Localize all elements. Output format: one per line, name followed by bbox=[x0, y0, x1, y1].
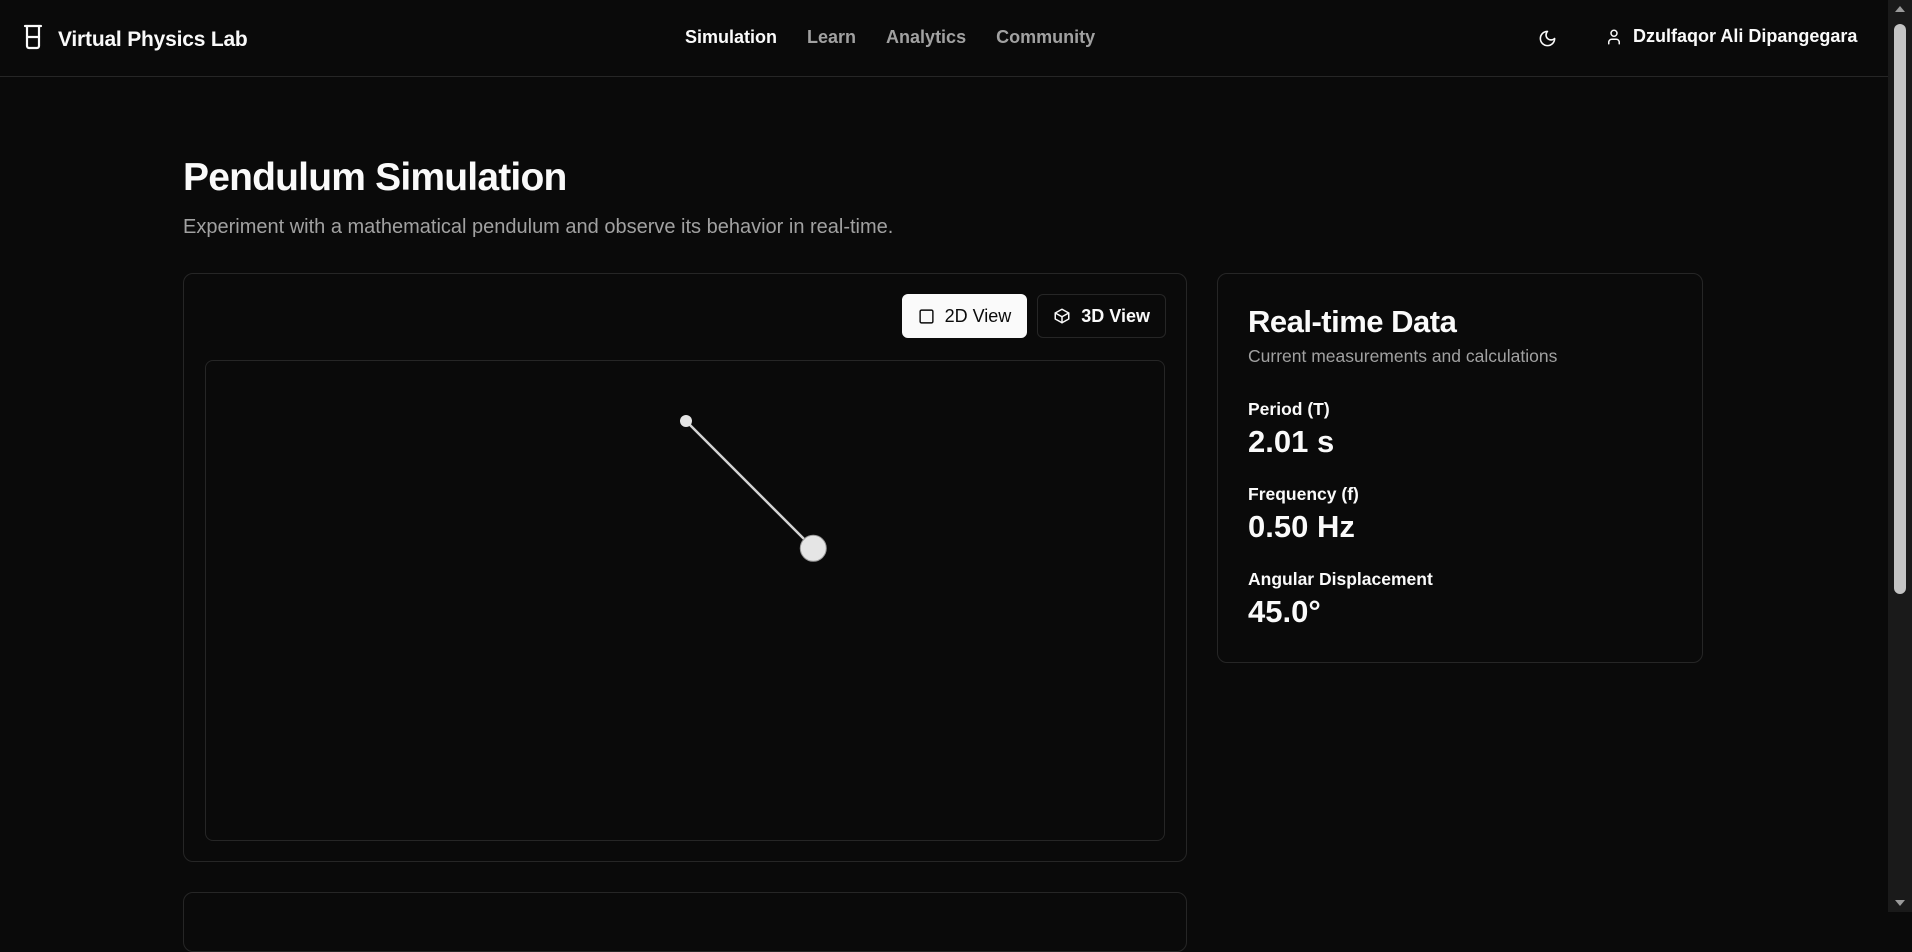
metric-label: Angular Displacement bbox=[1248, 569, 1433, 589]
pendulum-rod bbox=[685, 420, 815, 550]
scrollbar-thumb[interactable] bbox=[1894, 24, 1906, 594]
pendulum-pivot bbox=[680, 415, 692, 427]
simulation-canvas[interactable] bbox=[205, 360, 1165, 841]
metric-value: 0.50 Hz bbox=[1248, 509, 1355, 544]
view-3d-label: 3D View bbox=[1081, 305, 1150, 326]
view-3d-button[interactable]: 3D View bbox=[1037, 294, 1166, 338]
page-title: Pendulum Simulation bbox=[183, 156, 567, 199]
top-navbar: Virtual Physics Lab Simulation Learn Ana… bbox=[0, 0, 1888, 77]
realtime-data-card: Real-time Data Current measurements and … bbox=[1217, 273, 1703, 663]
page-subtitle: Experiment with a mathematical pendulum … bbox=[183, 216, 894, 238]
nav-item-community[interactable]: Community bbox=[996, 27, 1095, 48]
user-name: Dzulfaqor Ali Dipangegara bbox=[1633, 26, 1858, 46]
metric-label: Frequency (f) bbox=[1248, 484, 1359, 504]
realtime-subtitle: Current measurements and calculations bbox=[1248, 346, 1558, 366]
main-nav: Simulation Learn Analytics Community bbox=[685, 27, 1095, 48]
metric-value: 45.0° bbox=[1248, 594, 1321, 629]
app-title: Virtual Physics Lab bbox=[58, 27, 248, 51]
metric-value: 2.01 s bbox=[1248, 424, 1335, 459]
moon-icon bbox=[1539, 30, 1555, 46]
view-2d-button[interactable]: 2D View bbox=[901, 294, 1028, 338]
user-menu[interactable]: Dzulfaqor Ali Dipangegara bbox=[1605, 26, 1857, 47]
controls-card bbox=[183, 892, 1187, 952]
cube-icon bbox=[1054, 308, 1070, 324]
metric-angular-displacement: Angular Displacement 45.0° bbox=[1248, 569, 1433, 630]
theme-toggle-button[interactable] bbox=[1533, 24, 1561, 52]
beaker-icon bbox=[22, 24, 44, 55]
simulation-card: 2D View 3D View bbox=[183, 273, 1187, 862]
nav-item-simulation[interactable]: Simulation bbox=[685, 27, 777, 48]
pendulum-bob[interactable] bbox=[799, 534, 827, 562]
metric-label: Period (T) bbox=[1248, 399, 1330, 419]
view-2d-label: 2D View bbox=[944, 305, 1012, 326]
metric-frequency: Frequency (f) 0.50 Hz bbox=[1248, 484, 1359, 545]
scroll-down-arrow-icon[interactable] bbox=[1895, 900, 1905, 906]
view-toggle: 2D View 3D View bbox=[901, 294, 1166, 338]
scroll-up-arrow-icon[interactable] bbox=[1895, 6, 1905, 12]
realtime-title: Real-time Data bbox=[1248, 304, 1457, 339]
metric-period: Period (T) 2.01 s bbox=[1248, 399, 1334, 460]
page-scrollbar[interactable] bbox=[1888, 0, 1912, 912]
nav-item-learn[interactable]: Learn bbox=[807, 27, 856, 48]
user-icon bbox=[1608, 29, 1620, 44]
brand[interactable]: Virtual Physics Lab bbox=[22, 24, 248, 55]
nav-item-analytics[interactable]: Analytics bbox=[886, 27, 966, 48]
square-icon bbox=[918, 308, 934, 324]
